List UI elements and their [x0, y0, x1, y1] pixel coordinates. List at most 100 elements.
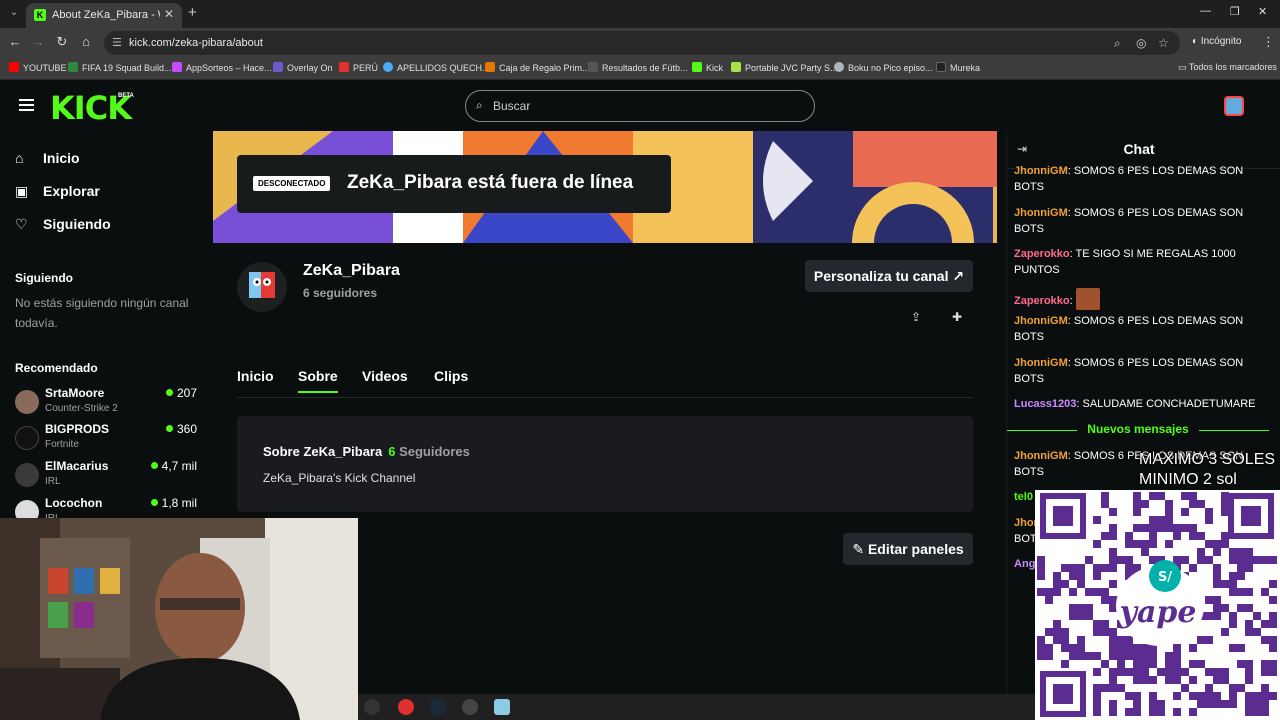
bookmark-item[interactable]: PERÚ [339, 62, 378, 73]
chat-username[interactable]: tel0 [1014, 491, 1033, 503]
chat-message: Lucass1203: SALUDAME CONCHADETUMARE [1014, 398, 1256, 410]
bookmark-item[interactable]: APELLIDOS QUECH... [383, 62, 490, 73]
recommended-channel[interactable]: ElMacarius IRL 4,7 mil [15, 459, 205, 493]
bookmark-star-icon[interactable]: ☆ [1158, 36, 1169, 50]
chat-username[interactable]: JhonniGM [1014, 207, 1068, 219]
bookmark-icon [68, 62, 78, 72]
bookmark-item[interactable]: YOUTUBE [9, 62, 67, 73]
search-input[interactable] [493, 98, 793, 114]
emote-icon [1075, 288, 1100, 310]
home-icon[interactable]: ⌂ [78, 34, 94, 49]
chat-message: Zaperokko: [1014, 288, 1264, 310]
pencil-icon: ✎ [852, 541, 865, 557]
chat-message: JhonniGM: SOMOS 6 PES LOS DEMAS SON BOTS [1014, 207, 1244, 235]
chat-username[interactable]: Lucass1203 [1014, 398, 1076, 410]
browser-tab[interactable]: K About ZeKa_Pibara - Watch Live ✕ [26, 3, 182, 28]
app-icon[interactable] [494, 699, 510, 715]
bookmark-item[interactable]: Kick [692, 62, 723, 73]
webcam-image [0, 518, 358, 720]
share-icon[interactable]: ⇪ [908, 310, 924, 326]
recommended-heading: Recomendado [15, 361, 98, 375]
chat-username[interactable]: JhonniGM [1014, 357, 1068, 369]
back-icon[interactable]: ← [7, 34, 23, 49]
divider-line [1199, 430, 1269, 431]
tab-title: About ZeKa_Pibara - Watch Live [52, 9, 160, 21]
user-avatar[interactable] [1224, 96, 1244, 116]
recommended-channel[interactable]: BIGPRODS Fortnite 360 [15, 422, 205, 456]
tab-videos[interactable]: Videos [362, 368, 408, 384]
offline-title: ZeKa_Pibara está fuera de línea [347, 172, 634, 193]
browser-menu-icon[interactable]: ⋮ [1262, 34, 1275, 50]
bookmark-item[interactable]: AppSorteos – Hace... [172, 62, 272, 73]
chat-username[interactable]: Zaperokko [1014, 295, 1070, 307]
yape-currency: S/ [1158, 570, 1172, 585]
bookmark-item[interactable]: Overlay On [273, 62, 333, 73]
chat-message: JhonniGM: SOMOS 6 PES LOS DEMAS SON BOTS [1014, 165, 1244, 193]
bookmark-item[interactable]: Resultados de Fútb... [588, 62, 688, 73]
new-messages-divider[interactable]: Nuevos mensajes [1007, 422, 1269, 438]
incognito-indicator[interactable]: ◐ Incógnito [1192, 36, 1241, 47]
heart-icon: ♡ [15, 216, 28, 232]
chat-username[interactable]: JhonniGM [1014, 450, 1068, 462]
max-amount-text: MAXIMO 3 SOLES [1139, 451, 1276, 468]
offline-notice: DESCONECTADO ZeKa_Pibara está fuera de l… [237, 155, 671, 213]
chat-username[interactable]: JhonniGM [1014, 315, 1068, 327]
nav-home[interactable]: ⌂ Inicio [15, 150, 80, 166]
chrome-icon[interactable] [398, 699, 414, 715]
tab-sobre[interactable]: Sobre [298, 368, 338, 393]
obs-icon[interactable] [462, 699, 478, 715]
site-info-icon[interactable]: ☰ [112, 36, 122, 49]
address-bar[interactable]: ☰ kick.com/zeka-pibara/about ⌕ ◎ ☆ [104, 31, 1180, 55]
edit-panels-button[interactable]: ✎ Editar paneles [843, 533, 973, 565]
yape-qr-overlay: S/ yape [1035, 490, 1280, 720]
all-bookmarks[interactable]: ▭ Todos los marcadores [1178, 62, 1277, 73]
live-dot-icon [165, 425, 173, 432]
channel-avatar[interactable] [237, 262, 287, 312]
reload-icon[interactable]: ↻ [54, 34, 70, 50]
tab-search-icon[interactable]: ⌄ [6, 5, 22, 21]
bookmark-item[interactable]: Mureka [936, 62, 980, 73]
bookmark-item[interactable]: Portable JVC Party S... [731, 62, 838, 73]
live-dot-icon [165, 389, 173, 396]
following-empty-text: No estás siguiendo ningún canal todavía. [15, 296, 189, 330]
live-dot-icon [150, 462, 158, 469]
nav-explore[interactable]: ▣ Explorar [15, 183, 100, 200]
forward-icon[interactable]: → [30, 34, 46, 49]
bookmark-item[interactable]: FIFA 19 Squad Build... [68, 62, 172, 73]
new-tab-icon[interactable]: + [188, 4, 197, 21]
bookmark-icon [588, 62, 598, 72]
bookmark-item[interactable]: Boku no Pico episo... [834, 62, 933, 73]
bookmark-icon [339, 62, 349, 72]
nav-following[interactable]: ♡ Siguiendo [15, 216, 111, 233]
bookmark-icon [936, 62, 946, 72]
url-text: kick.com/zeka-pibara/about [129, 37, 263, 49]
tab-inicio[interactable]: Inicio [237, 368, 274, 384]
bookmark-icon [273, 62, 283, 72]
youtube-icon [9, 62, 19, 72]
yape-logo: yape [1119, 595, 1197, 630]
eye-off-icon[interactable]: ◎ [1136, 36, 1146, 50]
tab-clips[interactable]: Clips [434, 368, 468, 384]
zoom-icon[interactable]: ⌕ [1114, 36, 1121, 51]
customize-channel-button[interactable]: Personaliza tu canal ↗ [805, 260, 973, 292]
minimize-icon[interactable]: — [1200, 5, 1211, 17]
follow-user-icon[interactable]: ✚ [949, 310, 965, 326]
close-tab-icon[interactable]: ✕ [164, 7, 174, 21]
bookmark-icon [731, 62, 741, 72]
bookmarks-bar: YOUTUBE FIFA 19 Squad Build... AppSorteo… [0, 58, 1280, 80]
steam-icon[interactable] [430, 699, 446, 715]
recommended-channel[interactable]: SrtaMoore Counter-Strike 2 207 [15, 386, 205, 420]
channel-name: ZeKa_Pibara [303, 262, 400, 279]
app-icon[interactable] [364, 699, 380, 715]
search-box[interactable]: ⌕ [465, 90, 815, 122]
kick-favicon-icon: K [34, 9, 46, 21]
search-icon: ⌕ [476, 98, 483, 112]
compass-icon: ▣ [15, 183, 29, 199]
chat-username[interactable]: JhonniGM [1014, 165, 1068, 177]
chat-username[interactable]: Zaperokko [1014, 248, 1070, 260]
menu-icon[interactable] [19, 99, 34, 111]
bookmark-item[interactable]: Caja de Regalo Prim... [485, 62, 590, 73]
chat-username[interactable]: Ang [1014, 558, 1035, 570]
restore-icon[interactable]: ❐ [1230, 5, 1240, 18]
close-window-icon[interactable]: ✕ [1258, 5, 1267, 18]
